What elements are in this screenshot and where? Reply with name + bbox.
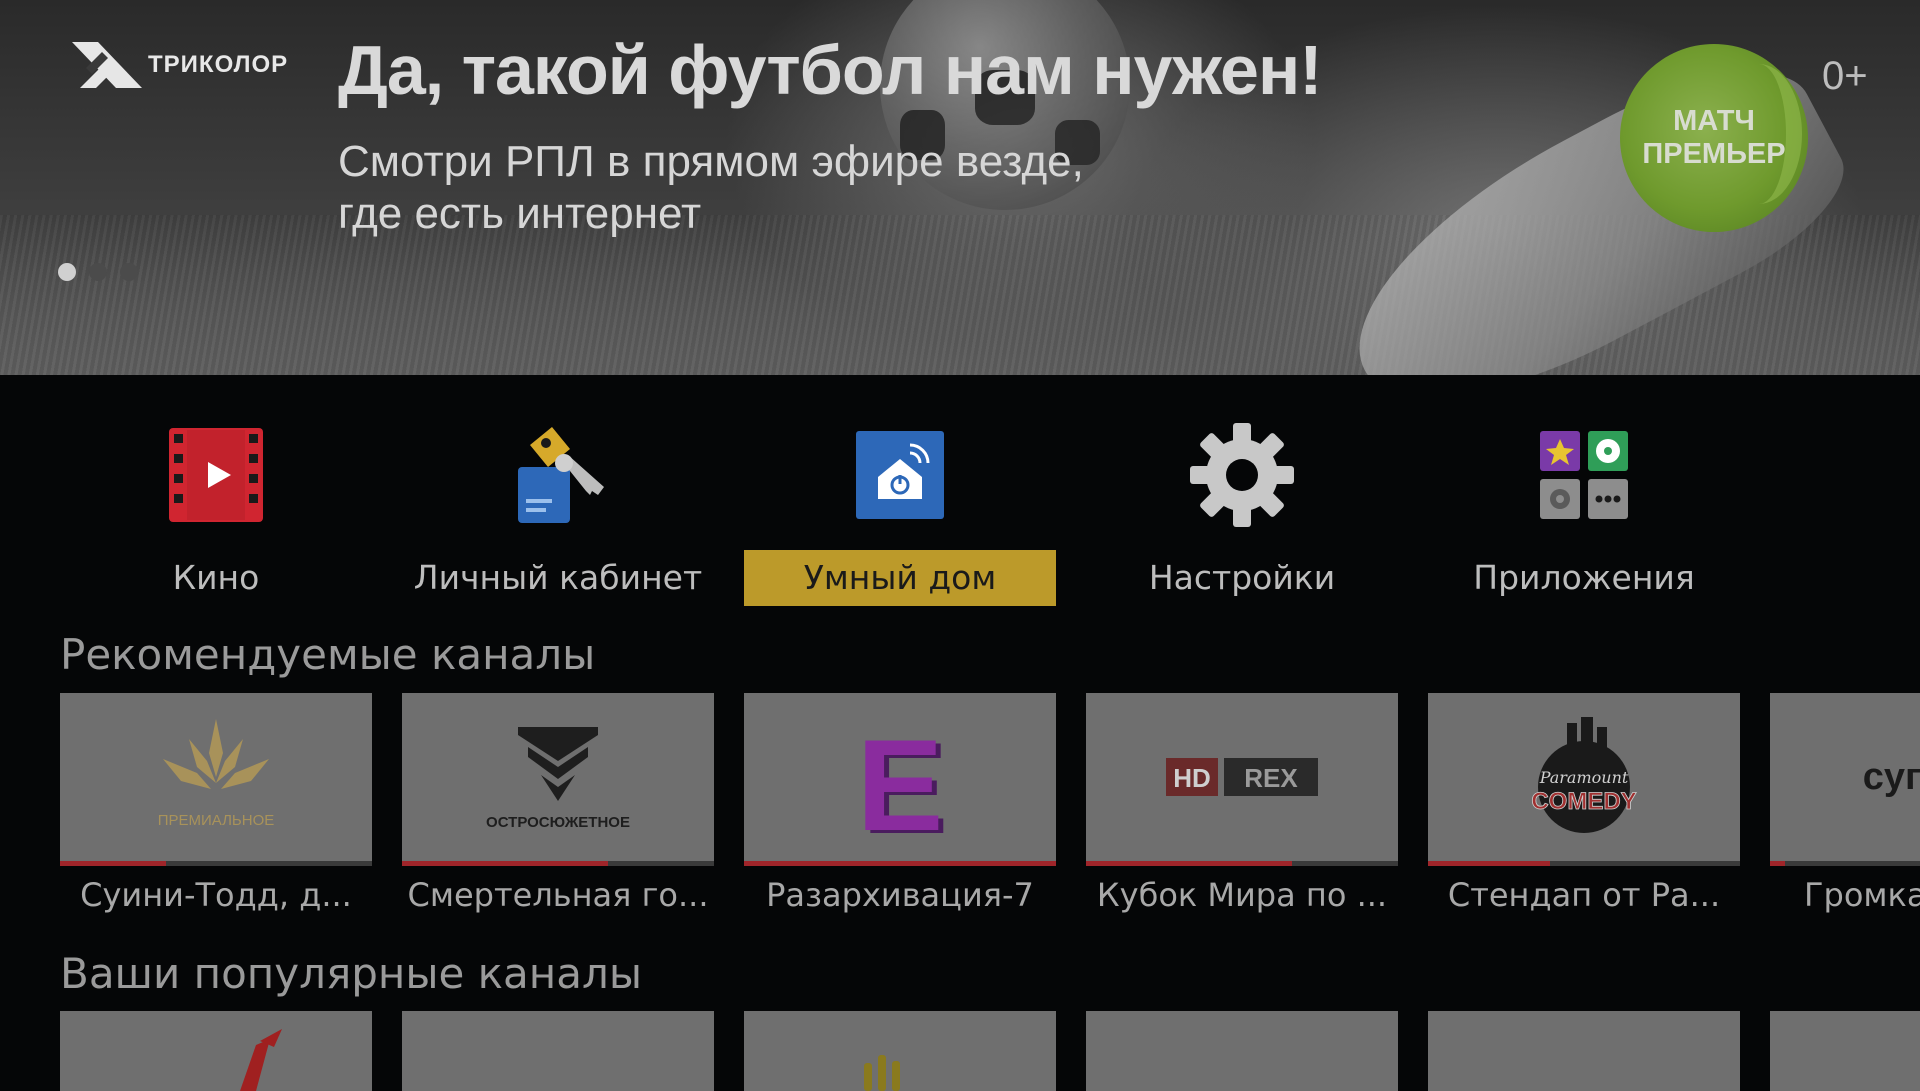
program-progress-fill: [1770, 861, 1785, 866]
channel-logo-paramount-comedy: Paramount COMEDY: [1428, 693, 1740, 861]
popular-channel-card[interactable]: [402, 1011, 714, 1091]
menu-item-settings[interactable]: Настройки: [1086, 420, 1398, 610]
channel-program-title: Разархивация-7: [766, 876, 1034, 914]
popular-channel-card[interactable]: [60, 1011, 372, 1091]
film-play-icon: [161, 420, 271, 530]
channel-logo-text-1: Paramount: [1539, 768, 1629, 787]
banner-headline: Да, такой футбол нам нужен!: [338, 31, 1323, 109]
tricolor-mark-icon: [72, 42, 142, 88]
slide-dot-3[interactable]: [120, 263, 138, 281]
apps-grid-icon: [1529, 420, 1639, 530]
popular-channel-card[interactable]: [1086, 1011, 1398, 1091]
age-rating: 0+: [1822, 54, 1868, 98]
menu-item-apps[interactable]: Приложения: [1428, 420, 1740, 610]
channel-program-title: Смертельная го...: [407, 876, 709, 914]
partner-logo-line-2: ПРЕМЬЕР: [1642, 138, 1786, 170]
channel-logo-text-2: COMEDY: [1531, 788, 1636, 815]
menu-label: Приложения: [1473, 558, 1695, 597]
program-progress: [402, 861, 714, 866]
menu-item-account[interactable]: Личный кабинет: [402, 420, 714, 610]
slide-dot-1[interactable]: [58, 263, 76, 281]
popular-channel-card[interactable]: [1428, 1011, 1740, 1091]
tricolor-logo: ТРИКОЛОР: [72, 38, 288, 92]
menu-label: Умный дом: [744, 550, 1056, 606]
program-progress-fill: [1428, 861, 1550, 866]
program-progress: [1770, 861, 1920, 866]
channel-card[interactable]: Paramount COMEDY: [1428, 693, 1740, 866]
key-tag-icon: [503, 420, 613, 530]
smart-home-icon: [845, 420, 955, 530]
section-title-recommended: Рекомендуемые каналы: [60, 630, 596, 679]
channel-logo-text-2: REX: [1244, 763, 1298, 793]
match-premier-logo: МАТЧ ПРЕМЬЕР: [1620, 44, 1808, 232]
channel-logo-text: ОСТРОСЮЖЕТНОЕ: [486, 814, 630, 831]
channel-logo-text: E: [857, 712, 944, 842]
channel-logo-e: E E: [744, 693, 1056, 861]
program-progress: [744, 861, 1056, 866]
menu-label: Личный кабинет: [413, 558, 703, 597]
promo-banner[interactable]: ТРИКОЛОР Да, такой футбол нам нужен! Смо…: [0, 0, 1920, 375]
slide-dot-2[interactable]: [89, 263, 107, 281]
program-progress: [1086, 861, 1398, 866]
channel-card[interactable]: HD REX: [1086, 693, 1398, 866]
channel-card[interactable]: ПРЕМИАЛЬНОЕ: [60, 693, 372, 866]
channel-logo-sup: суп: [1770, 693, 1920, 861]
program-progress-fill: [402, 861, 608, 866]
channel-logo-text-1: HD: [1173, 763, 1211, 793]
gear-icon: [1187, 420, 1297, 530]
program-progress-fill: [744, 861, 1056, 866]
menu-label: Настройки: [1148, 558, 1336, 597]
channel-logo-text: суп: [1862, 755, 1920, 798]
channel-logo-partial: [240, 1029, 282, 1091]
channel-program-title: Суини-Тодд, д...: [80, 876, 352, 914]
banner-subline-line-2: где есть интернет: [338, 189, 702, 238]
menu-item-movies[interactable]: Кино: [60, 420, 372, 610]
channel-logo-ostrosyuzhetnoe: ОСТРОСЮЖЕТНОЕ: [402, 693, 714, 861]
banner-subline: Смотри РПЛ в прямом эфире везде, где ест…: [338, 136, 1238, 240]
menu-label: Кино: [172, 558, 260, 597]
channel-program-title: Стендап от Ра...: [1447, 876, 1721, 914]
partner-logo-line-1: МАТЧ: [1673, 105, 1755, 137]
program-progress-fill: [60, 861, 167, 866]
channel-logo-text: ПРЕМИАЛЬНОЕ: [158, 812, 275, 829]
section-title-popular: Ваши популярные каналы: [60, 949, 642, 998]
program-progress-fill: [1086, 861, 1292, 866]
channel-program-title: Громка: [1804, 876, 1920, 914]
program-progress: [60, 861, 372, 866]
popular-channel-card[interactable]: [744, 1011, 1056, 1091]
channel-logo-premium: ПРЕМИАЛЬНОЕ: [60, 693, 372, 861]
channel-card[interactable]: E E: [744, 693, 1056, 866]
popular-channel-card[interactable]: [1770, 1011, 1920, 1091]
channel-logo-partial: [864, 1055, 900, 1091]
channel-card[interactable]: суп: [1770, 693, 1920, 866]
program-progress: [1428, 861, 1740, 866]
menu-item-smart-home[interactable]: Умный дом: [744, 420, 1056, 610]
banner-subline-line-1: Смотри РПЛ в прямом эфире везде,: [338, 137, 1084, 186]
brand-name: ТРИКОЛОР: [148, 51, 289, 78]
slide-indicator: [58, 263, 138, 281]
channel-program-title: Кубок Мира по ...: [1096, 876, 1388, 914]
channel-logo-hd-rex: HD REX: [1086, 693, 1398, 861]
channel-card[interactable]: ОСТРОСЮЖЕТНОЕ: [402, 693, 714, 866]
